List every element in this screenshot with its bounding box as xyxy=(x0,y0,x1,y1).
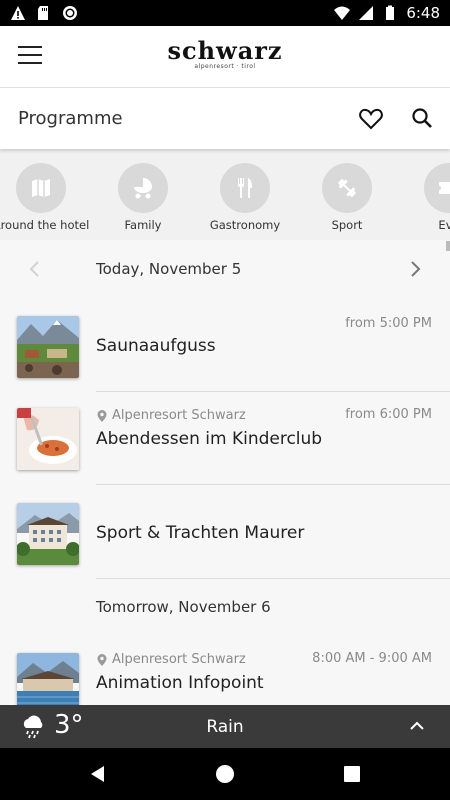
category-events[interactable]: Eve xyxy=(398,163,450,232)
battery-icon xyxy=(386,5,395,20)
event-thumbnail xyxy=(17,503,79,565)
sd-card-icon xyxy=(38,6,48,20)
dumbbell-icon xyxy=(337,178,357,198)
page-title: Programme xyxy=(18,108,123,129)
brand-logo: schwarz alpenresort · tirol xyxy=(0,36,450,70)
event-time: from 5:00 PM xyxy=(345,316,432,331)
event-time: from 6:00 PM xyxy=(345,407,432,422)
category-sport[interactable]: Sport xyxy=(296,163,398,232)
location-pin-icon xyxy=(97,653,107,666)
signal-icon xyxy=(359,6,374,20)
category-around-the-hotel[interactable]: Around the hotel xyxy=(0,163,92,232)
ticket-icon xyxy=(439,182,450,194)
category-strip: Around the hotel Family Gastronomy Sport… xyxy=(0,149,450,240)
event-location: Alpenresort Schwarz xyxy=(97,652,246,667)
location-pin-icon xyxy=(97,409,107,422)
map-icon xyxy=(32,179,50,197)
favorites-heart-icon[interactable] xyxy=(358,106,384,132)
section-date-label: Tomorrow, November 6 xyxy=(96,598,271,616)
hotel-building-image xyxy=(17,503,79,565)
event-name: Saunaaufguss xyxy=(96,336,216,356)
brand-name: schwarz xyxy=(167,36,283,65)
weather-bar[interactable]: 3° Rain xyxy=(0,705,450,748)
app-bar: schwarz alpenresort · tirol xyxy=(0,26,450,88)
status-time: 6:48 xyxy=(406,4,440,22)
event-item[interactable]: Sport & Trachten Maurer xyxy=(0,486,450,578)
chevron-right-icon[interactable] xyxy=(404,258,426,280)
alpine-landscape-image xyxy=(17,316,79,378)
chevron-up-icon[interactable] xyxy=(408,717,426,735)
event-name: Abendessen im Kinderclub xyxy=(96,429,323,449)
event-location: Alpenresort Schwarz xyxy=(97,408,246,423)
category-gastronomy[interactable]: Gastronomy xyxy=(194,163,296,232)
page-header: Programme xyxy=(0,88,450,149)
current-date-label: Today, November 5 xyxy=(96,260,242,278)
event-name: Animation Infopoint xyxy=(96,673,264,693)
chevron-left-icon[interactable] xyxy=(24,258,46,280)
wifi-icon xyxy=(334,6,351,20)
system-navigation-bar xyxy=(0,748,450,800)
warning-icon xyxy=(11,6,25,20)
event-item[interactable]: from 5:00 PM Saunaaufguss xyxy=(0,300,450,392)
pasta-dinner-image xyxy=(17,408,79,470)
cutlery-icon xyxy=(238,178,252,198)
divider xyxy=(96,578,450,579)
category-family[interactable]: Family xyxy=(92,163,194,232)
divider xyxy=(96,484,450,485)
weather-condition: Rain xyxy=(206,716,244,737)
back-icon[interactable] xyxy=(88,764,108,784)
record-icon xyxy=(63,6,77,20)
stroller-icon xyxy=(134,178,152,199)
event-item[interactable]: Alpenresort Schwarz from 6:00 PM Abendes… xyxy=(0,392,450,484)
event-thumbnail xyxy=(17,408,79,470)
search-icon[interactable] xyxy=(410,106,434,130)
home-icon[interactable] xyxy=(215,764,235,784)
event-thumbnail xyxy=(17,316,79,378)
brand-subtitle: alpenresort · tirol xyxy=(194,63,256,70)
recents-icon[interactable] xyxy=(342,764,362,784)
event-name: Sport & Trachten Maurer xyxy=(96,523,305,543)
date-navigation: Today, November 5 xyxy=(0,250,450,290)
event-time: 8:00 AM - 9:00 AM xyxy=(312,651,432,666)
status-bar: 6:48 xyxy=(0,0,450,26)
